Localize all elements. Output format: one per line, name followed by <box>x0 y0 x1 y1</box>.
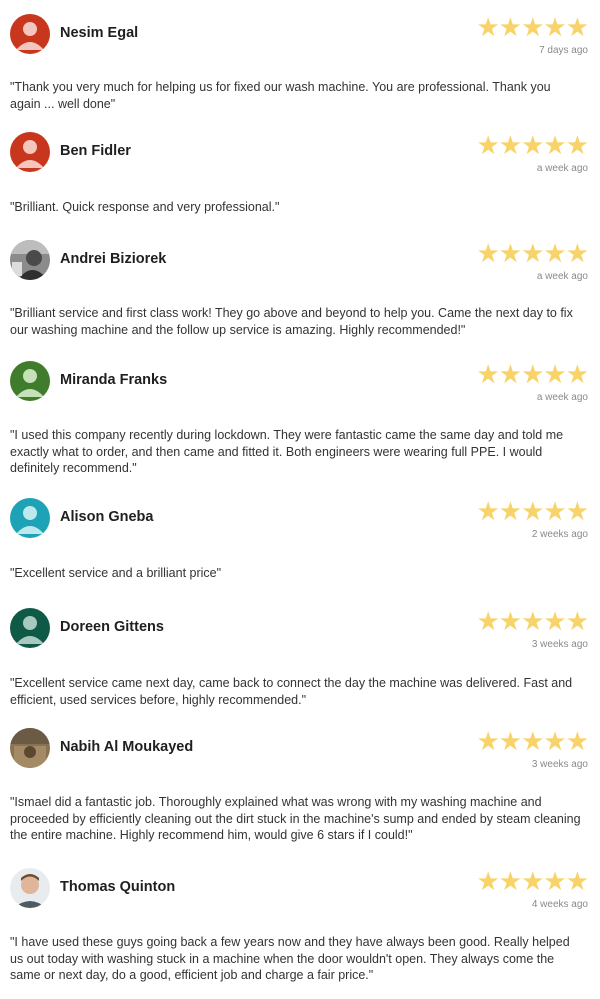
review-text: "I used this company recently during loc… <box>10 428 564 475</box>
review-text: "Ismael did a fantastic job. Thoroughly … <box>10 795 581 842</box>
star-rating: ★★★★★ <box>476 866 589 896</box>
star-rating: ★★★★★ <box>476 12 589 42</box>
avatar[interactable] <box>10 240 50 280</box>
reviewer-name[interactable]: Ben Fidler <box>60 143 131 159</box>
star-rating: ★★★★★ <box>476 496 589 526</box>
star-rating: ★★★★★ <box>476 130 589 160</box>
review-card: Doreen Gittens ★★★★★ 3 weeks ago "Excell… <box>0 608 600 707</box>
avatar[interactable] <box>10 132 50 172</box>
review-header: Thomas Quinton ★★★★★ 4 weeks ago <box>0 868 600 912</box>
review-card: Alison Gneba ★★★★★ 2 weeks ago "Excellen… <box>0 498 600 580</box>
review-header: Nabih Al Moukayed ★★★★★ 3 weeks ago <box>0 728 600 772</box>
review-time: 3 weeks ago <box>531 639 588 650</box>
reviewer-name[interactable]: Thomas Quinton <box>60 879 175 895</box>
review-time: 2 weeks ago <box>531 529 588 540</box>
review-time: 3 weeks ago <box>531 759 588 770</box>
review-header: Miranda Franks ★★★★★ a week ago <box>0 361 600 405</box>
review-time: a week ago <box>536 271 588 282</box>
review-card: Thomas Quinton ★★★★★ 4 weeks ago "I have… <box>0 868 600 982</box>
reviewer-name[interactable]: Miranda Franks <box>60 372 167 388</box>
review-header: Alison Gneba ★★★★★ 2 weeks ago <box>0 498 600 542</box>
review-card: Nesim Egal ★★★★★ 7 days ago "Thank you v… <box>0 14 600 111</box>
review-text: "I have used these guys going back a few… <box>10 935 570 982</box>
reviewer-name[interactable]: Alison Gneba <box>60 509 153 525</box>
review-time: a week ago <box>536 392 588 403</box>
review-time: a week ago <box>536 163 588 174</box>
star-rating: ★★★★★ <box>476 238 589 268</box>
review-header: Ben Fidler ★★★★★ a week ago <box>0 132 600 176</box>
reviewer-name[interactable]: Andrei Biziorek <box>60 251 166 267</box>
review-text: "Thank you very much for helping us for … <box>10 80 551 111</box>
review-card: Nabih Al Moukayed ★★★★★ 3 weeks ago "Ism… <box>0 728 600 842</box>
review-header: Doreen Gittens ★★★★★ 3 weeks ago <box>0 608 600 652</box>
reviewer-name[interactable]: Nabih Al Moukayed <box>60 739 193 755</box>
review-card: Ben Fidler ★★★★★ a week ago "Brilliant. … <box>0 132 600 214</box>
avatar[interactable] <box>10 14 50 54</box>
review-time: 4 weeks ago <box>531 899 588 910</box>
review-card: Miranda Franks ★★★★★ a week ago "I used … <box>0 361 600 475</box>
review-text: "Brilliant. Quick response and very prof… <box>10 200 280 214</box>
review-time: 7 days ago <box>539 45 588 56</box>
review-card: Andrei Biziorek ★★★★★ a week ago "Brilli… <box>0 240 600 337</box>
avatar[interactable] <box>10 498 50 538</box>
star-rating: ★★★★★ <box>476 726 589 756</box>
review-header: Andrei Biziorek ★★★★★ a week ago <box>0 240 600 284</box>
avatar[interactable] <box>10 868 50 908</box>
reviewer-name[interactable]: Nesim Egal <box>60 25 138 41</box>
avatar[interactable] <box>10 728 50 768</box>
review-text: "Excellent service and a brilliant price… <box>10 566 222 580</box>
avatar[interactable] <box>10 361 50 401</box>
avatar[interactable] <box>10 608 50 648</box>
review-header: Nesim Egal ★★★★★ 7 days ago <box>0 14 600 58</box>
review-text: "Brilliant service and first class work!… <box>10 306 573 337</box>
star-rating: ★★★★★ <box>476 359 589 389</box>
review-text: "Excellent service came next day, came b… <box>10 676 573 707</box>
star-rating: ★★★★★ <box>476 606 589 636</box>
reviewer-name[interactable]: Doreen Gittens <box>60 619 164 635</box>
